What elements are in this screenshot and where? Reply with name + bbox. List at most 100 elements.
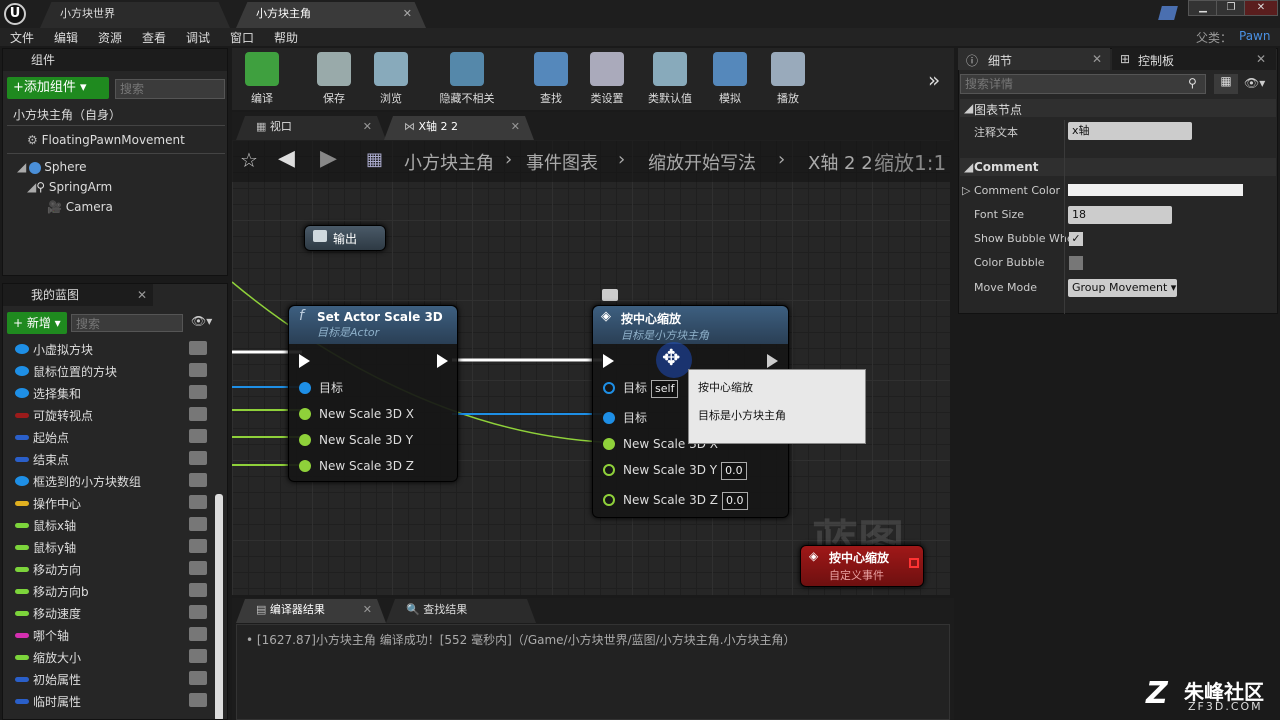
pin-scale-z[interactable]: New Scale 3D Z (289, 453, 414, 479)
comment-text-input[interactable]: x轴 (1068, 122, 1192, 140)
component-self[interactable]: 小方块主角（自身） (13, 106, 121, 123)
exec-out-pin[interactable] (767, 354, 778, 368)
variable-item[interactable]: 框选到的小方块数组 (3, 470, 213, 492)
pin-scale-z[interactable]: New Scale 3D Z 0.0 (593, 487, 748, 513)
menu-window[interactable]: 窗口 (230, 29, 254, 46)
pin-scale-y[interactable]: New Scale 3D Y (289, 427, 413, 453)
variable-item[interactable]: 移动方向b (3, 580, 213, 602)
close-icon[interactable]: ✕ (1092, 52, 1102, 66)
visibility-toggle-icon[interactable] (189, 561, 207, 575)
scrollbar[interactable] (215, 494, 223, 719)
components-search-input[interactable]: 搜索 (115, 79, 225, 99)
variable-item[interactable]: 结束点 (3, 448, 213, 470)
exec-out-pin[interactable] (437, 354, 448, 368)
menu-help[interactable]: 帮助 (274, 29, 298, 46)
float-pin[interactable] (299, 434, 311, 446)
variable-item[interactable]: 初始属性 (3, 668, 213, 690)
breadcrumb-hero[interactable]: 小方块主角 (404, 149, 494, 175)
variable-item[interactable]: 鼠标y轴 (3, 536, 213, 558)
variable-item[interactable]: 操作中心 (3, 492, 213, 514)
close-icon[interactable]: ✕ (363, 599, 372, 621)
object-pin[interactable] (603, 412, 615, 424)
visibility-toggle-icon[interactable] (189, 495, 207, 509)
component-sphere[interactable]: ◢ Sphere (17, 160, 87, 174)
float-pin[interactable] (603, 494, 615, 506)
color-bubble-checkbox[interactable] (1069, 256, 1083, 270)
exec-in-pin[interactable] (299, 354, 310, 368)
delegate-pin[interactable] (909, 558, 919, 568)
close-icon[interactable]: ✕ (363, 116, 372, 138)
toolbar-button-7[interactable]: 模拟 (704, 48, 756, 110)
output-node[interactable]: 输出 (304, 225, 386, 251)
visibility-toggle-icon[interactable] (189, 605, 207, 619)
close-icon[interactable]: ✕ (1256, 52, 1266, 66)
variable-item[interactable]: 可旋转视点 (3, 404, 213, 426)
float-pin[interactable] (299, 408, 311, 420)
menu-debug[interactable]: 调试 (186, 29, 210, 46)
section-graph-node[interactable]: ◢ 图表节点 (960, 99, 1276, 117)
variable-item[interactable]: 鼠标x轴 (3, 514, 213, 536)
doc-tab-hero[interactable]: 小方块主角 ✕ (236, 2, 426, 28)
pin-scale-y[interactable]: New Scale 3D Y 0.0 (593, 457, 747, 483)
comment-bubble-icon[interactable] (602, 289, 618, 301)
custom-event-node[interactable]: ◈ 按中心缩放 自定义事件 (800, 545, 924, 587)
breadcrumb-xaxis[interactable]: X轴 2 2 (808, 149, 873, 175)
visibility-toggle-icon[interactable] (189, 627, 207, 641)
toolbar-button-3[interactable]: 隐藏不相关 (424, 48, 510, 110)
parent-class-link[interactable]: Pawn (1239, 29, 1270, 43)
visibility-toggle-icon[interactable] (189, 517, 207, 531)
blueprint-search-input[interactable]: 搜索 (71, 314, 183, 332)
favorite-star-icon[interactable]: ☆ (240, 148, 258, 172)
toolbar-button-4[interactable]: 查找 (524, 48, 578, 110)
toolbar-button-1[interactable]: 保存 (310, 48, 358, 110)
expand-icon[interactable]: ▷ (962, 184, 974, 197)
scale-z-value[interactable]: 0.0 (722, 492, 748, 510)
collapse-icon[interactable]: ◢ (964, 101, 973, 115)
close-window-button[interactable]: ✕ (1244, 0, 1278, 16)
visibility-toggle-icon[interactable] (189, 407, 207, 421)
scale-y-value[interactable]: 0.0 (721, 462, 747, 480)
set-actor-scale-node[interactable]: f Set Actor Scale 3D 目标是Actor 目标 New Scale… (288, 305, 458, 482)
pin-target[interactable]: 目标 (593, 405, 647, 431)
menu-view[interactable]: 查看 (142, 29, 166, 46)
visibility-toggle-icon[interactable] (189, 341, 207, 355)
property-matrix-icon[interactable]: ▦ (1214, 74, 1238, 94)
breadcrumb-event-graph[interactable]: 事件图表 (526, 149, 598, 175)
collapse-icon[interactable]: ◢ (17, 160, 26, 174)
tab-compiler-results[interactable]: ▤ 编译器结果 ✕ (236, 599, 386, 623)
collapse-icon[interactable]: ◢ (964, 160, 973, 174)
pin-target[interactable]: 目标 (289, 375, 343, 401)
component-floating-movement[interactable]: ⚙ FloatingPawnMovement (27, 133, 185, 147)
tab-graph[interactable]: ⋈ X轴 2 2 ✕ (384, 116, 534, 140)
float-pin[interactable] (603, 438, 615, 450)
float-pin[interactable] (603, 464, 615, 476)
component-springarm[interactable]: ◢⚲ SpringArm (27, 180, 112, 194)
toolbar-button-2[interactable]: 浏览 (362, 48, 420, 110)
pin-scale-x[interactable]: New Scale 3D X (289, 401, 414, 427)
font-size-input[interactable]: 18 (1068, 206, 1172, 224)
visibility-toggle-icon[interactable] (189, 429, 207, 443)
visibility-toggle-icon[interactable] (189, 385, 207, 399)
close-icon[interactable]: ✕ (511, 116, 520, 138)
tab-find-results[interactable]: 🔍 查找结果 (386, 599, 536, 623)
variable-item[interactable]: 鼠标位置的方块 (3, 360, 213, 382)
menu-file[interactable]: 文件 (10, 29, 34, 46)
forward-arrow-icon[interactable]: ▶ (320, 146, 337, 171)
back-arrow-icon[interactable]: ◀ (278, 146, 295, 171)
object-pin[interactable] (603, 382, 615, 394)
details-search-input[interactable]: 搜索详情 (960, 74, 1206, 94)
variable-item[interactable]: 缩放大小 (3, 646, 213, 668)
visibility-toggle-icon[interactable] (189, 649, 207, 663)
visibility-toggle-icon[interactable] (189, 363, 207, 377)
visibility-eye-icon[interactable]: 👁▾ (1244, 76, 1265, 90)
variable-item[interactable]: 起始点 (3, 426, 213, 448)
visibility-eye-icon[interactable]: 👁▾ (191, 314, 212, 328)
visibility-toggle-icon[interactable] (189, 451, 207, 465)
show-bubble-checkbox[interactable]: ✓ (1069, 232, 1083, 246)
section-comment[interactable]: ◢ Comment (960, 158, 1276, 176)
variable-item[interactable]: 移动方向 (3, 558, 213, 580)
tab-details[interactable]: ⓘ 细节 ✕ (958, 48, 1110, 70)
collapse-icon[interactable]: ◢ (27, 180, 36, 194)
comment-color-swatch[interactable] (1068, 184, 1243, 196)
visibility-toggle-icon[interactable] (189, 693, 207, 707)
